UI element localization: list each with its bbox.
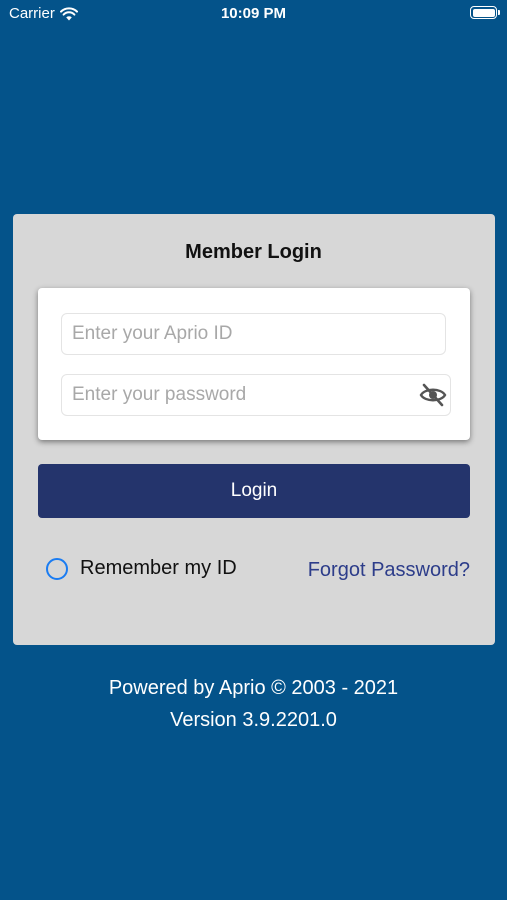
remember-id-label: Remember my ID: [80, 557, 237, 579]
remember-id-toggle[interactable]: Remember my ID: [46, 557, 237, 580]
radio-unchecked-icon[interactable]: [46, 557, 68, 580]
status-bar: Carrier 10:09 PM: [0, 0, 507, 30]
battery-full-icon: [470, 6, 500, 19]
eye-slash-icon[interactable]: [419, 383, 447, 407]
forgot-password-link[interactable]: Forgot Password?: [308, 559, 470, 582]
powered-by-text: Powered by Aprio © 2003 - 2021: [108, 677, 399, 699]
footer: Powered by Aprio © 2003 - 2021 Version 3…: [0, 672, 507, 736]
status-time: 10:09 PM: [220, 5, 287, 22]
login-button[interactable]: Login: [38, 464, 470, 518]
page-title: Member Login: [185, 241, 322, 263]
battery-fill: [472, 8, 495, 17]
password-input[interactable]: [61, 374, 451, 416]
credentials-panel: [38, 288, 470, 440]
aprio-id-input[interactable]: [61, 313, 446, 355]
version-text: Version 3.9.2201.0: [170, 709, 337, 731]
